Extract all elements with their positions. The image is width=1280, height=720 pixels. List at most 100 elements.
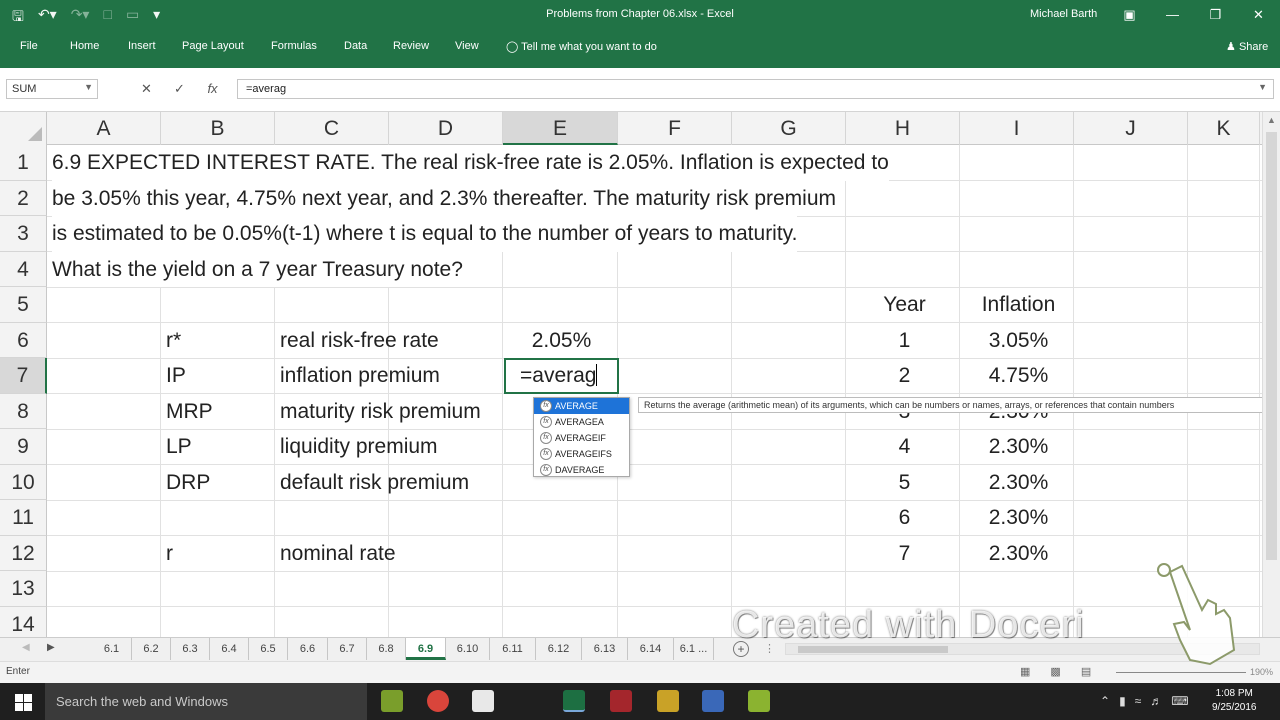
inflation-cell[interactable]: 4.75% xyxy=(962,358,1075,394)
page-break-view-icon[interactable]: ▤ xyxy=(1081,665,1091,678)
sheet-tab[interactable]: 6.11 xyxy=(490,638,536,660)
sheet-tab[interactable]: 6.1 xyxy=(92,638,132,660)
row-header-14[interactable]: 14 xyxy=(0,606,47,637)
row-header-7[interactable]: 7 xyxy=(0,358,47,394)
column-header-g[interactable]: G xyxy=(732,112,846,145)
label-cell[interactable]: default risk premium xyxy=(280,465,469,501)
inflation-cell[interactable]: 2.30% xyxy=(962,500,1075,536)
autocomplete-item[interactable]: fx AVERAGEA xyxy=(534,414,629,430)
column-header-b[interactable]: B xyxy=(161,112,275,145)
chevron-up-icon[interactable]: ⌃ xyxy=(1100,694,1110,708)
inflation-cell[interactable]: 2.30% xyxy=(962,429,1075,465)
autocomplete-item[interactable]: fx DAVERAGE xyxy=(534,462,629,478)
minimize-button[interactable]: — xyxy=(1151,0,1194,30)
zoom-level[interactable]: 190% xyxy=(1250,667,1273,677)
app-icon[interactable] xyxy=(381,690,403,712)
row-header-10[interactable]: 10 xyxy=(0,464,47,500)
sheet-tab[interactable]: 6.8 xyxy=(367,638,406,660)
row-header-12[interactable]: 12 xyxy=(0,535,47,571)
sheet-tab[interactable]: 6.7 xyxy=(328,638,367,660)
scroll-tabs-right-icon[interactable]: ▶ xyxy=(47,642,55,653)
label-cell[interactable]: real risk-free rate xyxy=(280,323,439,359)
label-cell[interactable]: nominal rate xyxy=(280,536,396,572)
volume-icon[interactable]: ♬ xyxy=(1150,694,1162,708)
tab-review[interactable]: Review xyxy=(393,40,429,52)
tell-me-box[interactable]: ◯ Tell me what you want to do xyxy=(506,40,657,53)
year-cell[interactable]: 6 xyxy=(848,500,961,536)
mail-icon[interactable] xyxy=(472,690,494,712)
year-cell[interactable]: 5 xyxy=(848,465,961,501)
active-cell-editor[interactable]: =averag xyxy=(504,358,619,394)
enter-check-icon[interactable]: ✓ xyxy=(163,79,196,99)
column-header-d[interactable]: D xyxy=(389,112,503,145)
problem-line-3[interactable]: is estimated to be 0.05%(t-1) where t is… xyxy=(52,216,798,252)
vertical-scrollbar[interactable]: ▲ xyxy=(1262,112,1280,637)
name-box[interactable]: SUM ▼ xyxy=(6,79,98,99)
year-header[interactable]: Year xyxy=(848,287,961,323)
sheet-tab[interactable]: 6.13 xyxy=(582,638,628,660)
ribbon-display-icon[interactable]: ▣ xyxy=(1108,0,1151,30)
row-header-5[interactable]: 5 xyxy=(0,287,47,323)
tab-formulas[interactable]: Formulas xyxy=(271,40,317,52)
sheet-tab[interactable]: 6.12 xyxy=(536,638,582,660)
cancel-icon[interactable]: ✕ xyxy=(130,79,163,99)
tab-file[interactable]: File xyxy=(20,40,38,52)
problem-line-4[interactable]: What is the yield on a 7 year Treasury n… xyxy=(52,251,463,287)
row-header-11[interactable]: 11 xyxy=(0,500,47,536)
keyboard-icon[interactable]: ⌨ xyxy=(1171,694,1188,708)
sheet-tab[interactable]: 6.3 xyxy=(171,638,210,660)
sheet-tab[interactable]: 6.6 xyxy=(288,638,328,660)
inflation-cell[interactable]: 3.05% xyxy=(962,323,1075,359)
autocomplete-item[interactable]: fx AVERAGEIFS xyxy=(534,446,629,462)
inflation-header[interactable]: Inflation xyxy=(962,287,1075,323)
column-header-c[interactable]: C xyxy=(275,112,389,145)
share-button[interactable]: ♟ Share xyxy=(1226,40,1268,53)
expand-formula-icon[interactable]: ▼ xyxy=(1258,82,1267,92)
sheet-tab[interactable]: 6.4 xyxy=(210,638,249,660)
network-icon[interactable] xyxy=(702,690,724,712)
year-cell[interactable]: 2 xyxy=(848,358,961,394)
year-cell[interactable]: 7 xyxy=(848,536,961,572)
label-cell[interactable]: maturity risk premium xyxy=(280,394,481,430)
problem-line-2[interactable]: be 3.05% this year, 4.75% next year, and… xyxy=(52,180,837,216)
column-header-a[interactable]: A xyxy=(47,112,161,145)
column-header-k[interactable]: K xyxy=(1188,112,1260,145)
label-cell[interactable]: liquidity premium xyxy=(280,429,438,465)
problem-line-1[interactable]: 6.9 EXPECTED INTEREST RATE. The real ris… xyxy=(52,145,889,181)
column-header-i[interactable]: I xyxy=(960,112,1074,145)
wifi-icon[interactable]: ≈ xyxy=(1135,694,1142,708)
scroll-thumb[interactable] xyxy=(1266,132,1277,560)
tab-home[interactable]: Home xyxy=(70,40,99,52)
tab-view[interactable]: View xyxy=(455,40,479,52)
taskbar-clock[interactable]: 1:08 PM 9/25/2016 xyxy=(1212,687,1257,715)
row-header-9[interactable]: 9 xyxy=(0,429,47,465)
inflation-cell[interactable]: 2.30% xyxy=(962,536,1075,572)
column-header-h[interactable]: H xyxy=(846,112,960,145)
windows-start-icon[interactable] xyxy=(0,683,45,720)
row-header-6[interactable]: 6 xyxy=(0,322,47,358)
normal-view-icon[interactable]: ▦ xyxy=(1020,665,1030,678)
formula-input[interactable]: =averag ▼ xyxy=(237,79,1274,99)
hscroll-thumb[interactable] xyxy=(798,646,948,653)
pin-icon[interactable] xyxy=(657,690,679,712)
restore-button[interactable]: ❐ xyxy=(1194,0,1237,30)
row-header-13[interactable]: 13 xyxy=(0,571,47,607)
autocomplete-item[interactable]: fx AVERAGE xyxy=(534,398,629,414)
column-header-f[interactable]: F xyxy=(618,112,732,145)
row-header-4[interactable]: 4 xyxy=(0,251,47,287)
tab-insert[interactable]: Insert xyxy=(128,40,156,52)
excel-icon[interactable] xyxy=(563,690,585,712)
column-header-j[interactable]: J xyxy=(1074,112,1188,145)
inflation-cell[interactable]: 2.30% xyxy=(962,465,1075,501)
symbol-cell[interactable]: r* xyxy=(166,323,181,359)
year-cell[interactable]: 4 xyxy=(848,429,961,465)
sheet-tab[interactable]: 6.10 xyxy=(446,638,490,660)
row-header-8[interactable]: 8 xyxy=(0,393,47,429)
insert-function-icon[interactable]: fx xyxy=(196,79,229,99)
sheet-tab[interactable]: 6.5 xyxy=(249,638,288,660)
chrome-icon[interactable] xyxy=(427,690,449,712)
select-all-corner[interactable] xyxy=(0,112,47,145)
scroll-tabs-left-icon[interactable]: ◀ xyxy=(22,642,30,653)
year-cell[interactable]: 1 xyxy=(848,323,961,359)
symbol-cell[interactable]: MRP xyxy=(166,394,213,430)
